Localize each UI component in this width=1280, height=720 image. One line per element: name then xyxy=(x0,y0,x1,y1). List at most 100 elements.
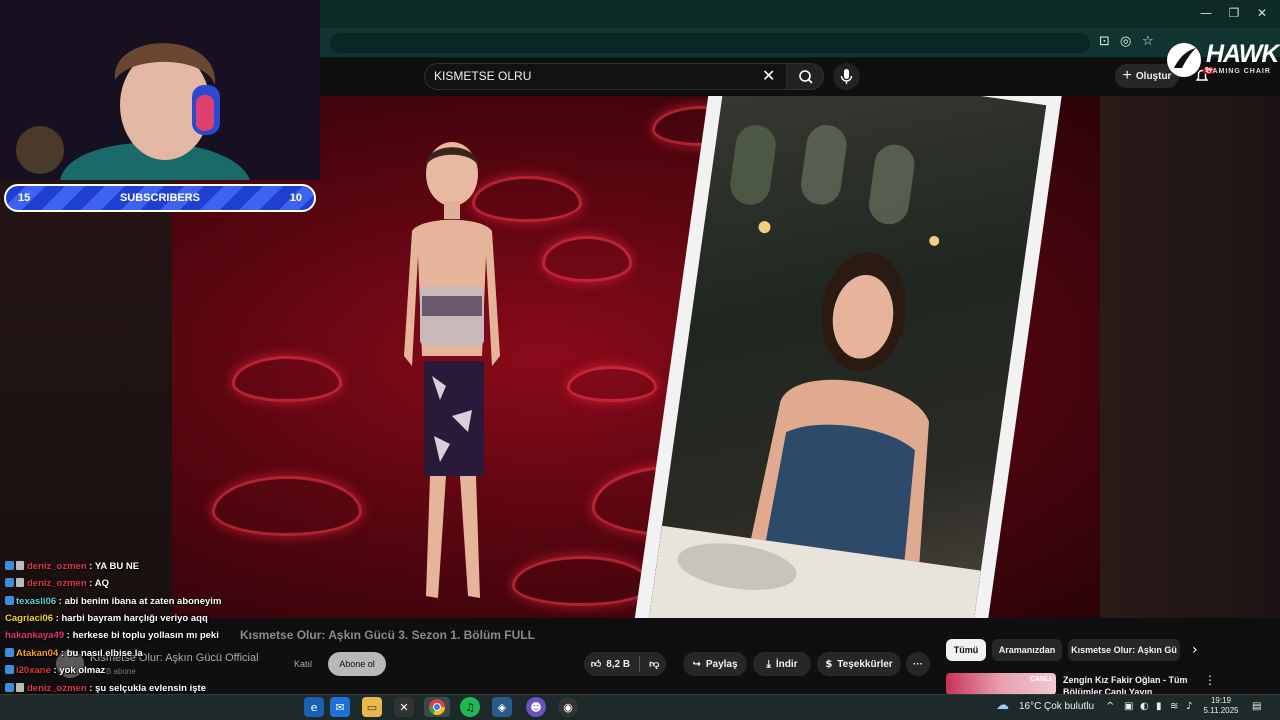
search-icon xyxy=(799,70,813,84)
temperature[interactable]: 16°C xyxy=(1019,701,1041,712)
weather-text[interactable]: Çok bulutlu xyxy=(1044,701,1094,712)
share-button[interactable]: ↪ Paylaş xyxy=(683,652,747,676)
tray-icon[interactable]: ▣ xyxy=(1124,701,1133,712)
subscriber-badge-icon xyxy=(5,648,14,657)
download-label: İndir xyxy=(775,658,798,670)
voice-search-button[interactable] xyxy=(833,63,860,90)
inset-photo xyxy=(631,96,1063,618)
neon-lips-decoration xyxy=(512,556,652,606)
wifi-icon[interactable]: ≋ xyxy=(1170,701,1178,712)
chrome-icon[interactable] xyxy=(424,697,450,717)
right-background xyxy=(1100,96,1280,618)
subscriber-badge-icon xyxy=(5,683,14,692)
chat-username[interactable]: hakankaya49 xyxy=(5,630,64,641)
chip-all[interactable]: Tümü xyxy=(946,639,986,661)
share-label: Paylaş xyxy=(705,658,738,670)
chat-text: : AQ xyxy=(86,578,109,589)
neon-lips-decoration xyxy=(212,476,362,536)
edge-icon[interactable]: e xyxy=(304,697,324,717)
live-badge: CANLI xyxy=(1030,676,1052,683)
discord-icon[interactable]: ☻ xyxy=(526,697,546,717)
neon-lips-decoration xyxy=(232,356,342,402)
browser-titlebar xyxy=(320,0,1280,28)
xbox-icon[interactable]: ✕ xyxy=(394,697,414,717)
chat-text: : herkese bi toplu yollasın mı peki xyxy=(64,630,219,641)
clear-search-icon[interactable]: ✕ xyxy=(762,66,775,85)
minimize-button[interactable]: — xyxy=(1195,6,1217,20)
chat-username[interactable]: deniz_ozmen xyxy=(27,683,87,694)
install-app-icon[interactable]: ⊡ xyxy=(1099,34,1110,49)
streamer-webcam xyxy=(0,0,320,180)
neon-lips-decoration xyxy=(567,366,657,402)
subscriber-badge-icon xyxy=(5,578,14,587)
chat-message: deniz_ozmen : YA BU NE xyxy=(5,561,139,572)
chat-text: : YA BU NE xyxy=(86,561,140,572)
chat-username[interactable]: deniz_ozmen xyxy=(27,578,87,589)
volume-icon[interactable]: ♪ xyxy=(1186,701,1192,712)
bits-badge-icon xyxy=(16,561,24,570)
obs-icon[interactable]: ◉ xyxy=(558,697,578,717)
presenter-figure xyxy=(404,142,500,598)
chevron-right-icon[interactable]: › xyxy=(1192,642,1198,658)
hawk-brand-subtext: GAMING CHAIR xyxy=(1206,68,1271,75)
neon-lips-decoration xyxy=(542,236,632,282)
subs-target: 10 xyxy=(289,192,302,204)
chat-message: hakankaya49 : herkese bi toplu yollasın … xyxy=(5,630,219,641)
thanks-label: Teşekkürler xyxy=(837,658,893,670)
system-clock[interactable]: 19:19 5.11.2025 xyxy=(1201,696,1241,716)
chat-username[interactable]: i20xane xyxy=(16,665,51,676)
chat-username[interactable]: deniz_ozmen xyxy=(27,561,87,572)
search-button[interactable] xyxy=(786,63,824,90)
subscriber-goal-bar: 15 SUBSCRIBERS 10 xyxy=(4,184,316,212)
eye-off-icon[interactable]: ◎ xyxy=(1120,34,1131,49)
outlook-icon[interactable]: ✉ xyxy=(330,697,350,717)
chat-text: : abi benim ibana at zaten aboneyim xyxy=(56,596,222,607)
chat-username[interactable]: texasli06 xyxy=(16,596,56,607)
address-bar[interactable] xyxy=(330,33,1090,53)
chat-text: : harbi bayram harçlığı veriyo aqq xyxy=(53,613,208,624)
restaurant-scene xyxy=(646,125,981,618)
notification-center-icon[interactable]: ▤ xyxy=(1252,701,1261,712)
subs-label: SUBSCRIBERS xyxy=(119,192,201,204)
more-actions-icon[interactable]: ··· xyxy=(906,652,930,676)
clock-date: 5.11.2025 xyxy=(1203,706,1239,715)
subs-current: 15 xyxy=(18,192,31,204)
stream-chat: deniz_ozmen : YA BU NE deniz_ozmen : AQ te… xyxy=(0,540,360,711)
close-window-button[interactable]: ✕ xyxy=(1251,6,1273,20)
hawk-logo: HAWK GAMING CHAIR xyxy=(1166,40,1279,80)
microphone-icon xyxy=(840,69,853,84)
bookmark-star-icon[interactable]: ☆ xyxy=(1142,34,1154,49)
chat-message: deniz_ozmen : AQ xyxy=(5,578,109,589)
spotify-icon[interactable]: ♫ xyxy=(460,697,480,717)
chevron-up-icon[interactable]: ^ xyxy=(1106,701,1114,712)
app-icon[interactable]: ◈ xyxy=(492,697,512,717)
bits-badge-icon xyxy=(16,683,24,692)
weather-cloud-icon[interactable]: ☁ xyxy=(996,698,1009,713)
tray-icon[interactable]: ◐ xyxy=(1140,701,1149,712)
more-options-icon[interactable]: ⋮ xyxy=(1204,673,1216,687)
chat-text: : yok olmaz xyxy=(50,665,106,676)
chat-text: : şu selçukla evlensin işte xyxy=(86,683,206,694)
chat-message: deniz_ozmen : şu selçukla evlensin işte xyxy=(5,683,206,694)
chat-username[interactable]: Atakan04 xyxy=(16,648,58,659)
search-query-text: KISMETSE OLRU xyxy=(434,69,532,83)
hawk-brand-text: HAWK xyxy=(1206,40,1279,68)
maximize-button[interactable]: ❐ xyxy=(1223,6,1245,20)
super-thanks-icon: $ xyxy=(825,658,833,670)
chat-message: Cagriaci06 : harbi bayram harçlığı veriy… xyxy=(5,613,208,624)
download-button[interactable]: ⤓ İndir xyxy=(753,652,811,676)
plus-icon: + xyxy=(1122,67,1132,84)
battery-icon[interactable]: ▮ xyxy=(1156,701,1162,712)
file-explorer-icon[interactable]: ▭ xyxy=(362,697,382,717)
like-dislike-group: 👍︎ 8,2 B 👎︎ xyxy=(584,652,666,676)
thumbs-up-icon[interactable]: 👍︎ xyxy=(591,658,601,670)
subscriber-badge-icon xyxy=(5,665,14,674)
chat-username[interactable]: Cagriaci06 xyxy=(5,613,53,624)
chip-series[interactable]: Kısmetse Olur: Aşkın Gü xyxy=(1068,639,1180,661)
subscriber-badge-icon xyxy=(5,561,14,570)
thanks-button[interactable]: $ Teşekkürler xyxy=(817,652,901,676)
like-count[interactable]: 8,2 B xyxy=(606,659,630,670)
thumbs-down-icon[interactable]: 👎︎ xyxy=(649,658,659,670)
bits-badge-icon xyxy=(16,578,24,587)
chip-from-search[interactable]: Aramanızdan xyxy=(992,639,1062,661)
